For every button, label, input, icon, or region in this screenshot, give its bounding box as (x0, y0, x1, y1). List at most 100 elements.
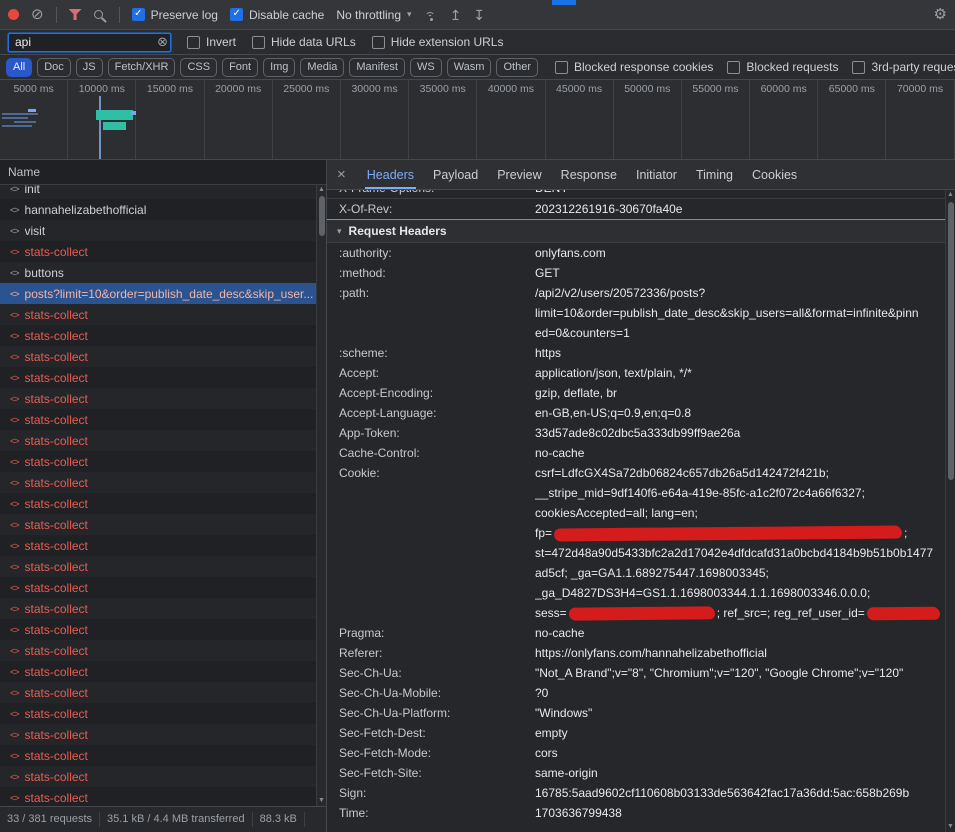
request-row[interactable]: <>stats-collect (0, 514, 316, 535)
filter-toggle-icon[interactable] (69, 9, 82, 20)
request-row[interactable]: <>stats-collect (0, 367, 316, 388)
filter-chip-doc[interactable]: Doc (37, 58, 71, 77)
request-row[interactable]: <>stats-collect (0, 325, 316, 346)
request-name: buttons (25, 266, 64, 280)
scroll-up-icon[interactable]: ▲ (317, 185, 326, 195)
request-headers-section-toggle[interactable]: ▾ Request Headers (327, 220, 945, 243)
filter-chip-manifest[interactable]: Manifest (349, 58, 405, 77)
filter-chip-font[interactable]: Font (222, 58, 258, 77)
tab-payload[interactable]: Payload (431, 160, 480, 189)
scrollbar-thumb[interactable] (948, 202, 954, 480)
filter-chip-media[interactable]: Media (300, 58, 344, 77)
request-row[interactable]: <>stats-collect (0, 619, 316, 640)
header-row: Sec-Ch-Ua-Platform:"Windows" (327, 703, 945, 723)
request-row[interactable]: <>stats-collect (0, 346, 316, 367)
overview-selection-line (99, 96, 101, 160)
filter-chip-other[interactable]: Other (496, 58, 538, 77)
filter-chip-all[interactable]: All (6, 58, 32, 77)
request-row[interactable]: <>buttons (0, 262, 316, 283)
request-row[interactable]: <>stats-collect (0, 388, 316, 409)
request-row[interactable]: <>stats-collect (0, 598, 316, 619)
checkbox-checked-icon (230, 8, 243, 21)
disable-cache-checkbox[interactable]: Disable cache (230, 8, 324, 22)
invert-label: Invert (206, 35, 236, 49)
request-row[interactable]: <>stats-collect (0, 472, 316, 493)
details-scrollbar[interactable]: ▲ ▼ (945, 190, 955, 832)
tab-initiator[interactable]: Initiator (634, 160, 679, 189)
request-row[interactable]: <>posts?limit=10&order=publish_date_desc… (0, 283, 316, 304)
checkbox-blocked-response-cookies[interactable]: Blocked response cookies (555, 60, 713, 74)
request-name: visit (25, 224, 46, 238)
request-row[interactable]: <>stats-collect (0, 724, 316, 745)
name-column-header[interactable]: Name (0, 160, 326, 185)
request-row[interactable]: <>stats-collect (0, 766, 316, 787)
filter-chip-ws[interactable]: WS (410, 58, 442, 77)
hide-data-urls-checkbox[interactable]: Hide data URLs (252, 35, 356, 49)
clear-network-log-icon[interactable]: ⊘ (31, 7, 44, 22)
preserve-log-checkbox[interactable]: Preserve log (132, 8, 218, 22)
request-row[interactable]: <>stats-collect (0, 577, 316, 598)
checkbox-3rd-party-requests[interactable]: 3rd-party requests (852, 60, 955, 74)
network-conditions-icon[interactable] (424, 9, 438, 21)
request-row[interactable]: <>stats-collect (0, 745, 316, 766)
filter-chip-css[interactable]: CSS (180, 58, 217, 77)
throttling-select[interactable]: No throttling ▾ (336, 8, 411, 22)
filter-chip-fetch-xhr[interactable]: Fetch/XHR (108, 58, 176, 77)
request-row[interactable]: <>stats-collect (0, 787, 316, 806)
network-overview[interactable]: 5000 ms10000 ms15000 ms20000 ms25000 ms3… (0, 80, 955, 160)
tab-timing[interactable]: Timing (694, 160, 735, 189)
filter-chip-wasm[interactable]: Wasm (447, 58, 492, 77)
tab-response[interactable]: Response (559, 160, 619, 189)
settings-gear-icon[interactable]: ⚙ (934, 7, 947, 22)
header-value-text: 33d57ade8c02dbc5a333db99ff9ae26a (535, 426, 740, 440)
hide-extension-urls-checkbox[interactable]: Hide extension URLs (372, 35, 504, 49)
request-row[interactable]: <>stats-collect (0, 556, 316, 577)
filter-chip-img[interactable]: Img (263, 58, 295, 77)
filter-input[interactable] (8, 33, 171, 52)
export-har-icon[interactable]: ↧ (473, 8, 485, 22)
scroll-up-icon[interactable]: ▲ (946, 190, 955, 200)
header-value-line: _ga_D4827DS3H4=GS1.1.1698003344.1.1.1698… (535, 583, 945, 603)
request-row[interactable]: <>stats-collect (0, 661, 316, 682)
request-row[interactable]: <>visit (0, 220, 316, 241)
tab-cookies[interactable]: Cookies (750, 160, 799, 189)
timeline-label: 10000 ms (79, 83, 125, 95)
request-row[interactable]: <>stats-collect (0, 640, 316, 661)
request-row[interactable]: <>stats-collect (0, 682, 316, 703)
search-icon[interactable] (94, 10, 103, 19)
request-row[interactable]: <>hannahelizabethofficial (0, 199, 316, 220)
checkbox-icon (727, 61, 740, 74)
request-row[interactable]: <>stats-collect (0, 409, 316, 430)
import-har-icon[interactable]: ↥ (450, 8, 462, 22)
checkbox-icon (372, 36, 385, 49)
requests-scrollbar[interactable]: ▲ ▼ (316, 185, 326, 806)
request-row[interactable]: <>stats-collect (0, 493, 316, 514)
request-name: stats-collect (25, 665, 88, 679)
header-value-text: 16785:5aad9602cf110608b03133de563642fac1… (535, 786, 909, 800)
header-value-text: ad5cf; _ga=GA1.1.689275447.1698003345; (535, 566, 769, 580)
request-row[interactable]: <>stats-collect (0, 241, 316, 262)
scroll-down-icon[interactable]: ▼ (317, 796, 326, 806)
request-row[interactable]: <>stats-collect (0, 430, 316, 451)
scroll-down-icon[interactable]: ▼ (946, 822, 955, 832)
request-row[interactable]: <>stats-collect (0, 304, 316, 325)
clear-filter-icon[interactable]: ⊗ (157, 35, 168, 48)
header-value-text: ed=0&counters=1 (535, 326, 630, 340)
tab-headers[interactable]: Headers (365, 160, 416, 189)
filter-chip-js[interactable]: JS (76, 58, 103, 77)
scrollbar-thumb[interactable] (319, 196, 325, 236)
request-row[interactable]: <>stats-collect (0, 703, 316, 724)
request-row[interactable]: <>stats-collect (0, 451, 316, 472)
tab-preview[interactable]: Preview (495, 160, 543, 189)
request-row[interactable]: <>stats-collect (0, 535, 316, 556)
record-icon[interactable] (8, 9, 19, 20)
header-name: Time: (327, 803, 535, 823)
fetch-xhr-icon: <> (10, 751, 19, 761)
request-name: stats-collect (25, 686, 88, 700)
checkbox-blocked-requests[interactable]: Blocked requests (727, 60, 838, 74)
close-icon[interactable]: × (337, 167, 346, 182)
header-row: :path:/api2/v2/users/20572336/posts?limi… (327, 283, 945, 343)
request-row[interactable]: <>init (0, 185, 316, 199)
invert-checkbox[interactable]: Invert (187, 35, 236, 49)
timeline-label: 30000 ms (351, 83, 397, 95)
